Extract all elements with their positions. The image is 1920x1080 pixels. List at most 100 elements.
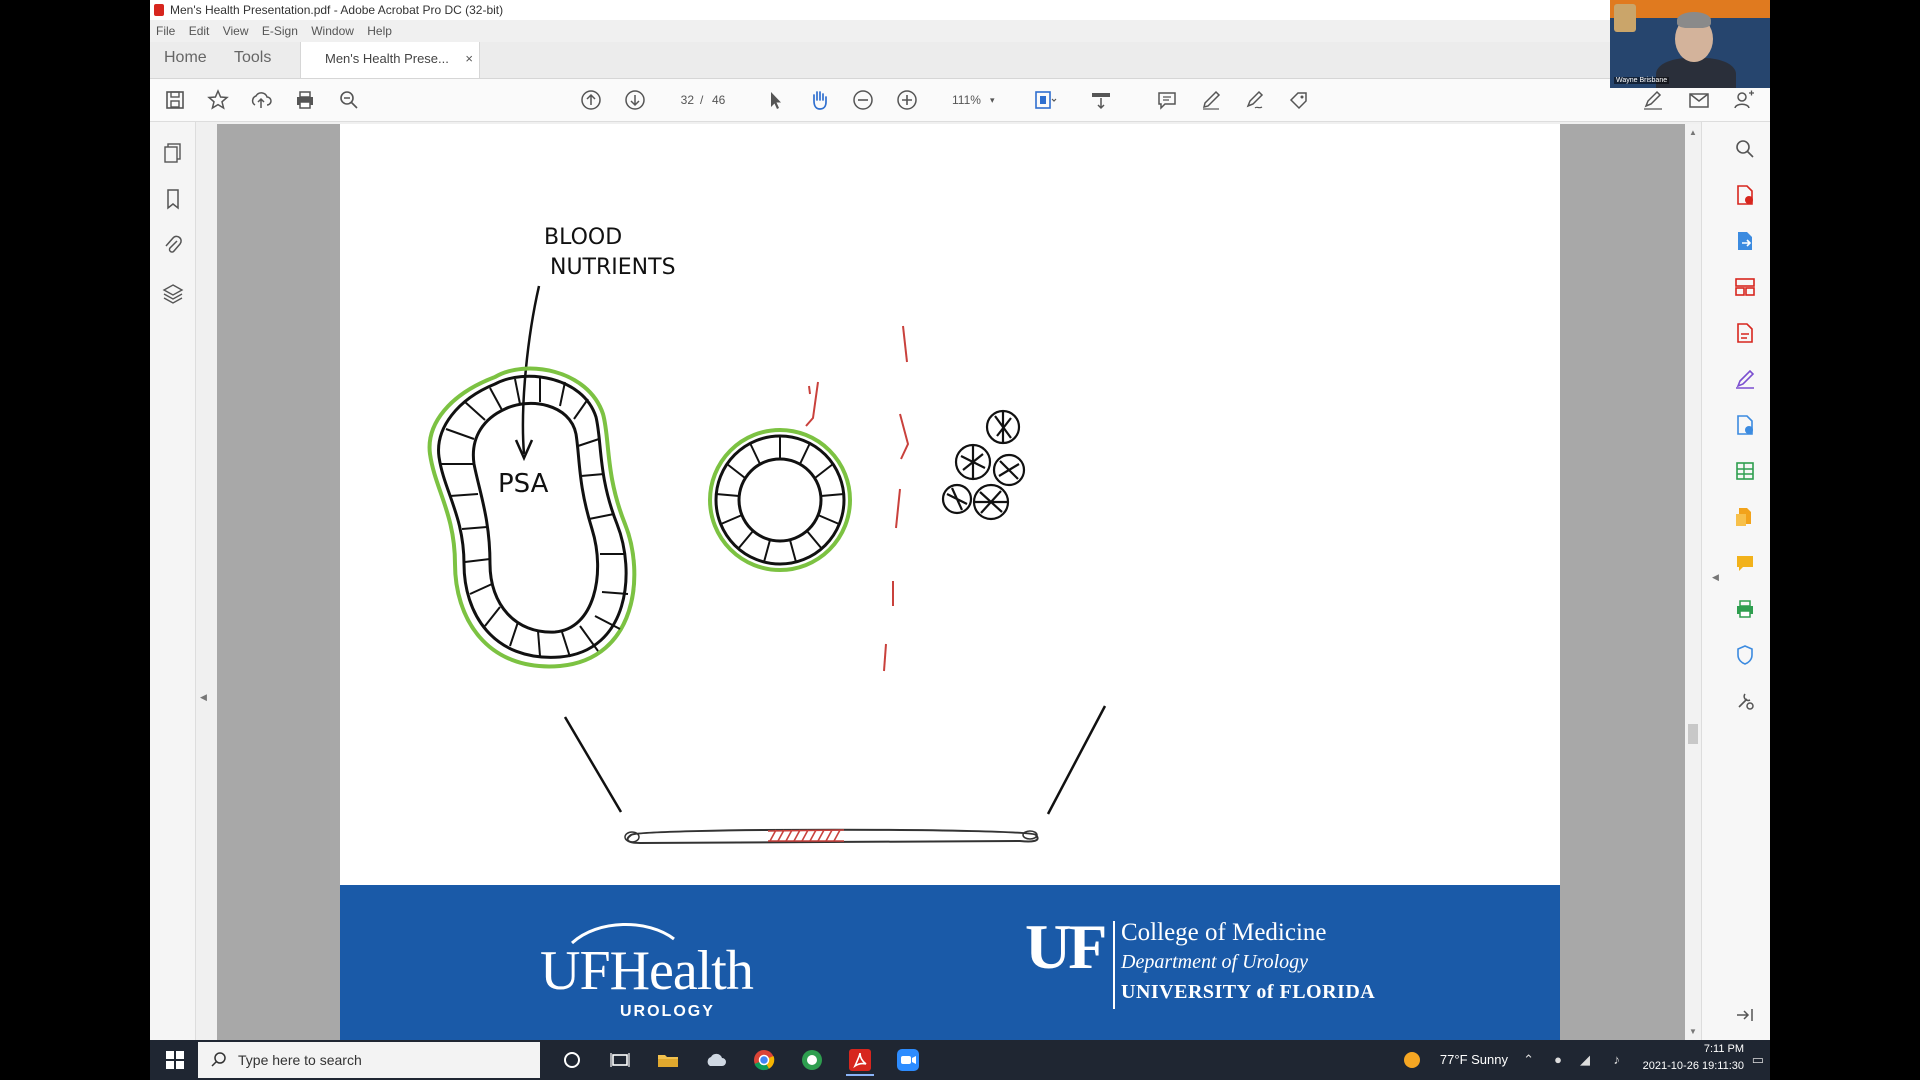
stamp-icon[interactable] — [1286, 87, 1312, 113]
uf-health-wordmark: UFHealth — [540, 940, 754, 1002]
sign-request-icon[interactable] — [1640, 87, 1666, 113]
zoom-app-icon[interactable] — [894, 1046, 922, 1074]
acrobat-app-icon — [154, 4, 164, 16]
zoom-select[interactable]: 111% ▾ — [940, 87, 1004, 113]
taskbar-search-box[interactable]: Type here to search — [198, 1042, 540, 1078]
windows-start-icon[interactable] — [166, 1051, 184, 1074]
search-icon[interactable] — [1732, 136, 1758, 162]
comment-icon[interactable] — [1154, 87, 1180, 113]
save-icon[interactable] — [162, 87, 188, 113]
zoom-out-search-icon[interactable] — [336, 87, 362, 113]
logo-divider — [1113, 921, 1115, 1009]
next-page-icon[interactable] — [622, 87, 648, 113]
slide-footer-banner: UFHealth UROLOGY UF College of Medicine … — [340, 885, 1560, 1040]
webcam-person-hair — [1677, 12, 1711, 28]
menu-view[interactable]: View — [223, 22, 249, 40]
comment-tool-icon[interactable] — [1732, 550, 1758, 576]
create-pdf-icon[interactable] — [1732, 228, 1758, 254]
layers-icon[interactable] — [160, 280, 186, 306]
export-pdf-icon[interactable] — [1732, 182, 1758, 208]
menu-edit[interactable]: Edit — [189, 22, 210, 40]
menu-esign[interactable]: E-Sign — [262, 22, 298, 40]
prev-page-icon[interactable] — [578, 87, 604, 113]
page-current[interactable]: 32 — [668, 87, 694, 113]
annotation-blood: BLOOD — [544, 225, 622, 250]
notification-icon[interactable]: ▭ — [1752, 1052, 1764, 1068]
tab-home[interactable]: Home — [164, 42, 207, 78]
menu-bar: File Edit View E-Sign Window Help — [150, 22, 396, 40]
share-user-icon[interactable] — [1730, 87, 1756, 113]
tab-document[interactable]: Men's Health Prese... × — [300, 42, 480, 78]
scroll-down-icon[interactable]: ▼ — [1689, 1027, 1697, 1036]
uf-health-department: UROLOGY — [620, 1003, 715, 1020]
blood-vessel-tube — [624, 828, 1039, 845]
document-viewport[interactable]: BLOOD NUTRIENTS PSA UFHealth UROLOGY UF … — [217, 124, 1685, 1040]
star-icon[interactable] — [205, 87, 231, 113]
tab-tools[interactable]: Tools — [234, 42, 271, 78]
page-number-box[interactable]: 32 / 46 — [668, 87, 758, 113]
page-total: 46 — [712, 93, 726, 107]
tab-close-icon[interactable]: × — [465, 42, 473, 76]
print-icon[interactable] — [292, 87, 318, 113]
left-pane-collapse-icon[interactable]: ◀ — [200, 692, 207, 703]
more-tools-icon[interactable] — [1732, 688, 1758, 714]
acrobat-taskbar-icon[interactable] — [846, 1046, 874, 1076]
request-signature-icon[interactable] — [1732, 412, 1758, 438]
pen-icon[interactable] — [1198, 87, 1224, 113]
page-separator: / — [700, 93, 704, 107]
right-pane-collapse-icon[interactable] — [1732, 1002, 1758, 1028]
chrome-icon[interactable] — [750, 1046, 778, 1074]
windows-taskbar: Type here to search 77°F Sunny ⌃ ● ◢ ♪ 7… — [150, 1040, 1770, 1080]
print-production-icon[interactable] — [1732, 596, 1758, 622]
taskbar-search-placeholder: Type here to search — [238, 1052, 362, 1068]
vertical-scrollbar[interactable]: ▲ ▼ — [1685, 124, 1701, 1040]
browser-app-icon[interactable] — [798, 1046, 826, 1074]
uf-monogram: UF — [1025, 911, 1107, 982]
file-explorer-icon[interactable] — [654, 1046, 682, 1074]
slide-drawing: BLOOD NUTRIENTS PSA — [427, 225, 1107, 845]
menu-help[interactable]: Help — [367, 22, 392, 40]
menu-window[interactable]: Window — [311, 22, 354, 40]
sign-icon[interactable] — [1242, 87, 1268, 113]
fit-page-icon[interactable] — [1032, 87, 1058, 113]
chevron-up-icon[interactable]: ⌃ — [1523, 1052, 1534, 1068]
zoom-plus-icon[interactable] — [894, 87, 920, 113]
protect-icon[interactable] — [1732, 642, 1758, 668]
annotation-nutrients: NUTRIENTS — [550, 255, 676, 280]
export-excel-icon[interactable] — [1732, 458, 1758, 484]
task-view-icon[interactable] — [606, 1046, 634, 1074]
cloud-upload-icon[interactable] — [248, 87, 274, 113]
weather-app-icon[interactable] — [702, 1046, 730, 1074]
email-icon[interactable] — [1686, 87, 1712, 113]
department-name: Department of Urology — [1121, 951, 1309, 973]
scroll-up-icon[interactable]: ▲ — [1689, 128, 1697, 137]
scroll-thumb[interactable] — [1688, 724, 1698, 744]
edit-pdf-icon[interactable] — [1732, 320, 1758, 346]
tab-document-label: Men's Health Prese... — [325, 51, 449, 66]
fill-sign-icon[interactable] — [1732, 366, 1758, 392]
network-icon[interactable]: ◢ — [1580, 1052, 1590, 1068]
page-thumbnails-icon[interactable] — [160, 140, 186, 166]
window-title: Men's Health Presentation.pdf - Adobe Ac… — [170, 3, 504, 17]
menu-file[interactable]: File — [156, 22, 175, 40]
tab-bar: Home Tools Men's Health Prese... × — [150, 42, 1770, 79]
organize-pages-icon[interactable] — [1732, 274, 1758, 300]
select-cursor-icon[interactable] — [762, 87, 788, 113]
clock-date[interactable]: 2021-10-26 19:11:30 — [1643, 1060, 1744, 1072]
bookmark-icon[interactable] — [160, 186, 186, 212]
webcam-badge — [1614, 4, 1636, 32]
scroll-mode-icon[interactable] — [1088, 87, 1114, 113]
webcam-participant-name: Wayne Brisbane — [1614, 77, 1670, 84]
cortana-icon[interactable] — [558, 1046, 586, 1074]
microphone-icon[interactable]: ● — [1554, 1052, 1562, 1067]
large-gland: PSA — [427, 366, 637, 669]
combine-files-icon[interactable] — [1732, 504, 1758, 530]
weather-status[interactable]: 77°F Sunny — [1440, 1040, 1508, 1080]
hand-icon[interactable] — [806, 87, 832, 113]
uf-college-logo: UF College of Medicine Department of Uro… — [1025, 915, 1425, 1025]
volume-icon[interactable]: ♪ — [1614, 1052, 1621, 1067]
attachment-icon[interactable] — [160, 232, 186, 258]
tools-pane-collapse-icon[interactable]: ◀ — [1712, 572, 1719, 583]
clock-time[interactable]: 7:11 PM — [1704, 1043, 1744, 1055]
zoom-minus-icon[interactable] — [850, 87, 876, 113]
